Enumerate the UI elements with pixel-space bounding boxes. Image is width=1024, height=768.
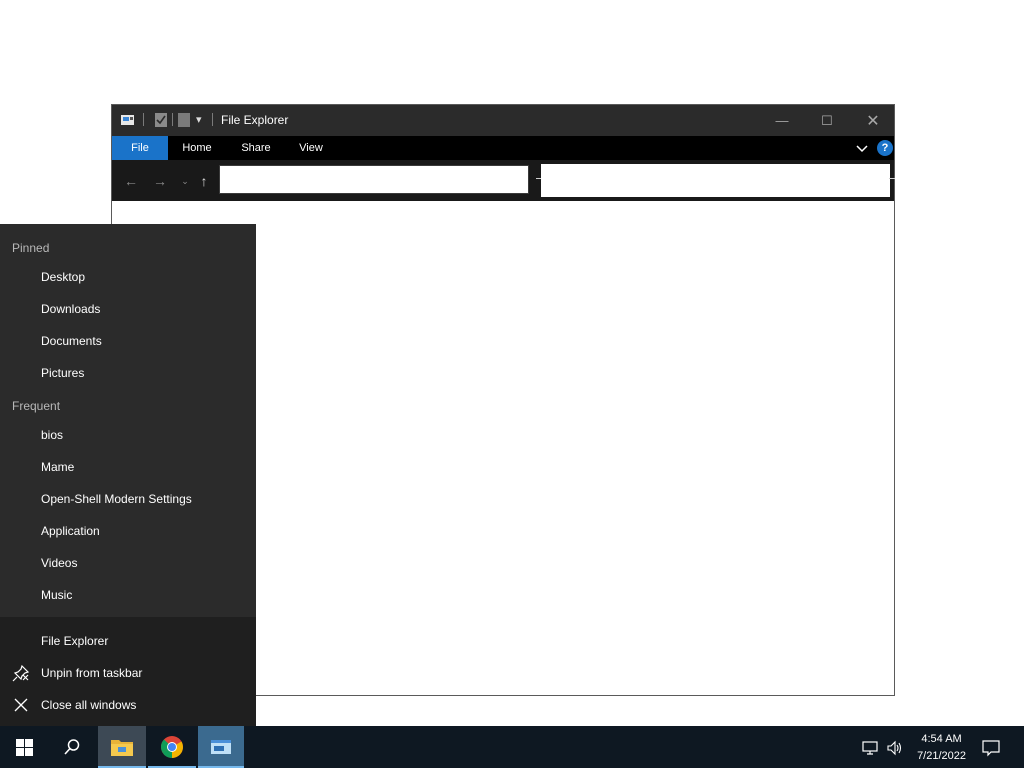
taskbar-app[interactable] — [198, 726, 244, 768]
close-icon[interactable] — [12, 696, 30, 714]
clock-date: 7/21/2022 — [917, 750, 966, 762]
frequent-item-videos[interactable]: Videos — [41, 556, 77, 570]
up-arrow-icon[interactable]: ↑ — [195, 172, 213, 190]
close-button[interactable]: ✕ — [850, 105, 896, 136]
start-button[interactable] — [0, 726, 48, 768]
toolbar-separator — [212, 113, 213, 126]
network-icon[interactable] — [862, 740, 880, 756]
pinned-item-documents[interactable]: Documents — [41, 334, 102, 348]
minimize-button[interactable]: — — [759, 105, 805, 136]
task-file-explorer[interactable]: File Explorer — [41, 634, 108, 648]
notification-icon[interactable] — [982, 739, 1000, 757]
tab-view[interactable]: View — [290, 136, 332, 160]
minimize-icon: — — [775, 113, 789, 128]
tab-file[interactable]: File — [112, 136, 168, 160]
app-window-icon — [211, 740, 231, 754]
pinned-item-pictures[interactable]: Pictures — [41, 366, 84, 380]
properties-icon[interactable] — [154, 112, 168, 128]
customize-toolbar-chevron-icon[interactable]: ▾ — [196, 112, 206, 128]
pinned-header: Pinned — [12, 241, 50, 255]
search-button[interactable] — [48, 726, 96, 768]
navigation-bar: ← → ⌄ ↑ — [112, 160, 895, 201]
frequent-header: Frequent — [12, 399, 61, 413]
taskbar-chrome[interactable] — [148, 726, 196, 768]
close-icon: ✕ — [866, 112, 880, 130]
tab-share[interactable]: Share — [230, 136, 282, 160]
search-icon — [64, 739, 80, 755]
jump-list-tasks: File Explorer Unpin from taskbar Close a… — [0, 617, 256, 726]
expand-ribbon-chevron-icon[interactable] — [856, 142, 868, 154]
tab-home[interactable]: Home — [172, 136, 222, 160]
unpin-icon[interactable] — [12, 664, 30, 682]
recent-locations-chevron-icon[interactable]: ⌄ — [176, 172, 194, 190]
volume-icon[interactable] — [886, 740, 904, 756]
ribbon-tabs: File Home Share View ? — [112, 136, 894, 160]
frequent-item-application[interactable]: Application — [41, 524, 100, 538]
frequent-item-open-shell-modern-settings[interactable]: Open-Shell Modern Settings — [41, 492, 192, 506]
window-title: File Explorer — [221, 113, 289, 127]
jump-list: Pinned Desktop Downloads Documents Pictu… — [0, 224, 256, 726]
toolbar-separator — [143, 113, 144, 126]
address-bar-input[interactable] — [219, 165, 529, 194]
frequent-item-music[interactable]: Music — [41, 588, 72, 602]
search-divider — [889, 178, 895, 179]
taskbar-file-explorer[interactable] — [98, 726, 146, 768]
clock[interactable]: 4:54 AM 7/21/2022 — [917, 731, 966, 765]
pinned-item-downloads[interactable]: Downloads — [41, 302, 100, 316]
frequent-item-bios[interactable]: bios — [41, 428, 63, 442]
maximize-icon: ☐ — [821, 112, 833, 128]
clock-time: 4:54 AM — [921, 733, 962, 745]
help-icon[interactable]: ? — [877, 140, 893, 156]
maximize-button[interactable]: ☐ — [804, 105, 850, 136]
toolbar-separator — [172, 113, 173, 126]
pinned-item-desktop[interactable]: Desktop — [41, 270, 85, 284]
task-close-all-windows[interactable]: Close all windows — [41, 698, 136, 712]
search-input[interactable] — [541, 164, 890, 197]
explorer-app-icon[interactable] — [120, 112, 136, 128]
title-bar[interactable]: ▾ File Explorer — ☐ ✕ — [112, 105, 894, 136]
folder-icon — [111, 740, 133, 756]
chrome-icon — [161, 736, 183, 758]
task-unpin-from-taskbar[interactable]: Unpin from taskbar — [41, 666, 142, 680]
forward-arrow-icon[interactable]: → — [151, 172, 169, 190]
taskbar: 4:54 AM 7/21/2022 — [0, 726, 1024, 768]
new-folder-icon[interactable] — [177, 112, 191, 128]
frequent-item-mame[interactable]: Mame — [41, 460, 74, 474]
windows-logo-icon — [15, 738, 33, 756]
back-arrow-icon[interactable]: ← — [122, 172, 140, 190]
